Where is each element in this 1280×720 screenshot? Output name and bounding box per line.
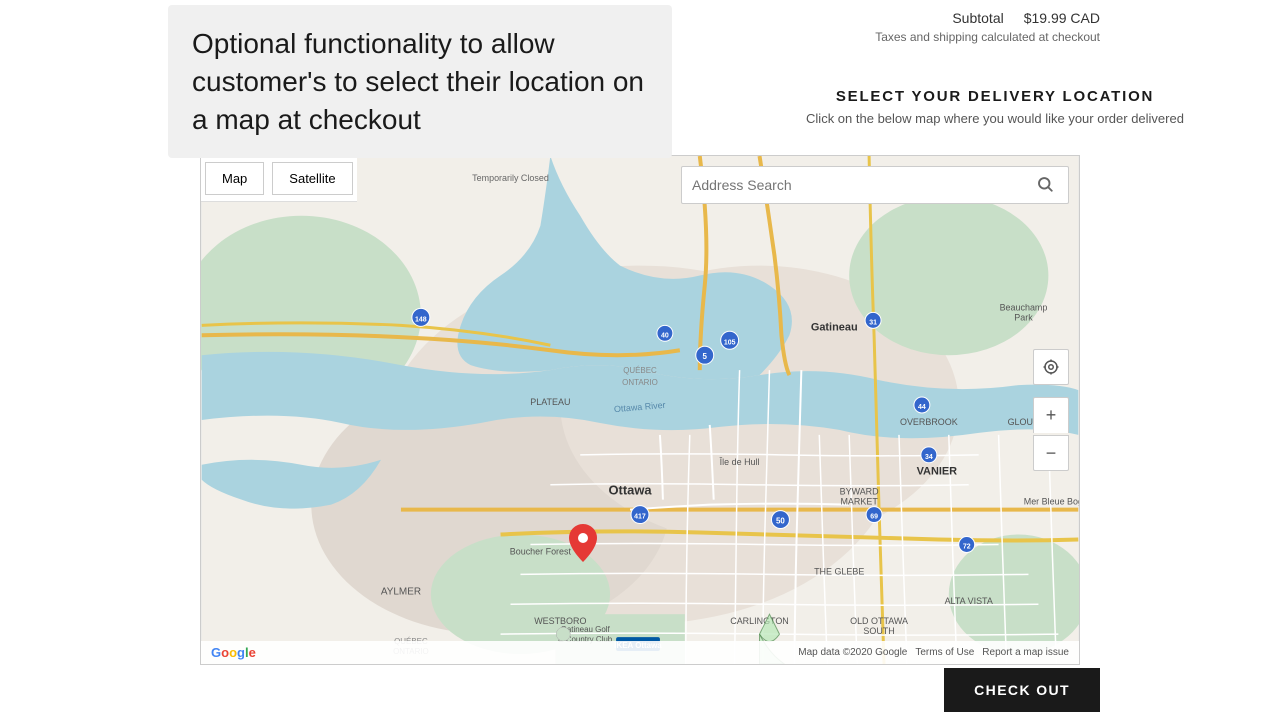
svg-text:34: 34 (925, 454, 933, 461)
map-footer-links: Map data ©2020 Google Terms of Use Repor… (798, 647, 1069, 658)
my-location-button[interactable] (1033, 349, 1069, 385)
location-pin-icon (569, 524, 597, 562)
terms-of-use-link[interactable]: Terms of Use (915, 647, 974, 658)
svg-text:CARLINGTON: CARLINGTON (730, 616, 789, 626)
delivery-section: SELECT YOUR DELIVERY LOCATION Click on t… (710, 88, 1280, 126)
svg-text:50: 50 (776, 517, 785, 526)
svg-text:Île de Hull: Île de Hull (719, 457, 760, 467)
svg-text:SOUTH: SOUTH (863, 626, 894, 636)
tab-map[interactable]: Map (205, 162, 264, 195)
report-map-link[interactable]: Report a map issue (982, 647, 1069, 658)
search-button[interactable] (1032, 171, 1058, 200)
subtotal-value: $19.99 CAD (1024, 10, 1100, 26)
svg-text:Gatineau: Gatineau (811, 321, 858, 333)
google-logo: Google (211, 645, 256, 660)
location-icon (1042, 358, 1060, 376)
svg-text:Ottawa: Ottawa (608, 483, 652, 498)
svg-text:40: 40 (661, 332, 669, 339)
svg-text:OLD OTTAWA: OLD OTTAWA (850, 616, 908, 626)
map-tabs: Map Satellite (201, 156, 357, 202)
subtotal-label: Subtotal (952, 10, 1003, 26)
zoom-in-button[interactable]: + (1033, 397, 1069, 433)
search-icon (1036, 175, 1054, 193)
feature-tooltip: Optional functionality to allow customer… (168, 5, 672, 158)
checkout-button[interactable]: CHECK OUT (944, 668, 1100, 712)
map-marker (569, 524, 597, 567)
svg-text:Park: Park (1014, 312, 1033, 322)
zoom-out-button[interactable]: − (1033, 435, 1069, 471)
feature-tooltip-text: Optional functionality to allow customer… (192, 25, 648, 138)
svg-text:31: 31 (869, 319, 877, 326)
svg-text:69: 69 (870, 514, 878, 521)
svg-text:VANIER: VANIER (917, 466, 958, 478)
map-controls: + − (1033, 349, 1069, 471)
map-footer: Google Map data ©2020 Google Terms of Us… (201, 641, 1079, 664)
tab-satellite[interactable]: Satellite (272, 162, 352, 195)
svg-text:Temporarily Closed: Temporarily Closed (472, 173, 549, 183)
svg-text:5: 5 (703, 352, 708, 361)
svg-text:BYWARD: BYWARD (840, 487, 879, 497)
address-input[interactable] (692, 177, 1032, 193)
map-container[interactable]: Map Satellite (200, 155, 1080, 665)
svg-text:OVERBROOK: OVERBROOK (900, 417, 958, 427)
svg-text:AYLMER: AYLMER (381, 586, 421, 597)
header-info: Subtotal $19.99 CAD Taxes and shipping c… (875, 10, 1100, 44)
svg-text:417: 417 (634, 514, 646, 521)
svg-text:Beauchamp: Beauchamp (1000, 302, 1048, 312)
svg-text:THE GLEBE: THE GLEBE (814, 566, 864, 576)
svg-text:ALTA VISTA: ALTA VISTA (945, 596, 993, 606)
address-search-bar[interactable] (681, 166, 1069, 204)
svg-text:PLATEAU: PLATEAU (530, 397, 570, 407)
map-data-text: Map data ©2020 Google (798, 647, 907, 658)
delivery-subtitle: Click on the below map where you would l… (730, 111, 1260, 126)
taxes-note: Taxes and shipping calculated at checkou… (875, 30, 1100, 44)
svg-text:72: 72 (963, 543, 971, 550)
svg-text:Boucher Forest: Boucher Forest (510, 546, 572, 556)
svg-text:148: 148 (415, 316, 427, 323)
delivery-title: SELECT YOUR DELIVERY LOCATION (730, 88, 1260, 105)
map-background: 50 5 105 417 40 148 31 34 69 44 72 Gatin… (201, 156, 1079, 664)
svg-text:ONTARIO: ONTARIO (622, 378, 658, 387)
svg-text:Mer Bleue Bog: Mer Bleue Bog (1024, 497, 1079, 507)
svg-text:44: 44 (918, 404, 926, 411)
svg-text:105: 105 (724, 339, 736, 346)
svg-text:MARKET: MARKET (840, 497, 878, 507)
svg-text:QUÉBEC: QUÉBEC (623, 366, 657, 375)
